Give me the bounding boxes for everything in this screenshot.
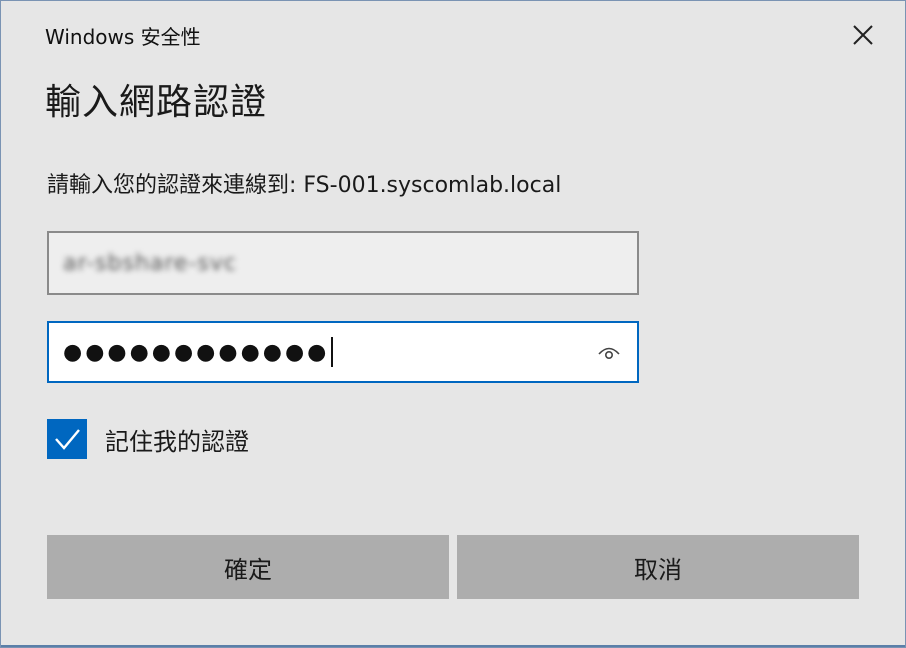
eye-icon[interactable] bbox=[597, 341, 621, 363]
bottom-border bbox=[1, 645, 905, 647]
close-icon bbox=[853, 25, 873, 45]
close-button[interactable] bbox=[839, 11, 887, 59]
checkmark-icon bbox=[55, 429, 80, 450]
remember-credentials-checkbox[interactable] bbox=[47, 419, 87, 459]
remember-credentials-row: 記住我的認證 bbox=[47, 419, 249, 459]
window-title: Windows 安全性 bbox=[45, 25, 201, 49]
password-field[interactable]: ●●●●●●●●●●●● bbox=[47, 321, 639, 383]
username-field[interactable]: ar-sbshare-svc bbox=[47, 231, 639, 295]
ok-button[interactable]: 確定 bbox=[47, 535, 449, 599]
connection-prompt: 請輸入您的認證來連線到: FS-001.syscomlab.local bbox=[47, 173, 562, 198]
dialog-heading: 輸入網路認證 bbox=[45, 82, 268, 123]
username-value: ar-sbshare-svc bbox=[63, 250, 237, 276]
credential-dialog: Windows 安全性 輸入網路認證 請輸入您的認證來連線到: FS-001.s… bbox=[0, 0, 906, 648]
text-caret bbox=[331, 337, 334, 367]
password-value: ●●●●●●●●●●●● bbox=[63, 339, 330, 365]
cancel-button[interactable]: 取消 bbox=[457, 535, 859, 599]
remember-credentials-label: 記住我的認證 bbox=[105, 427, 249, 456]
